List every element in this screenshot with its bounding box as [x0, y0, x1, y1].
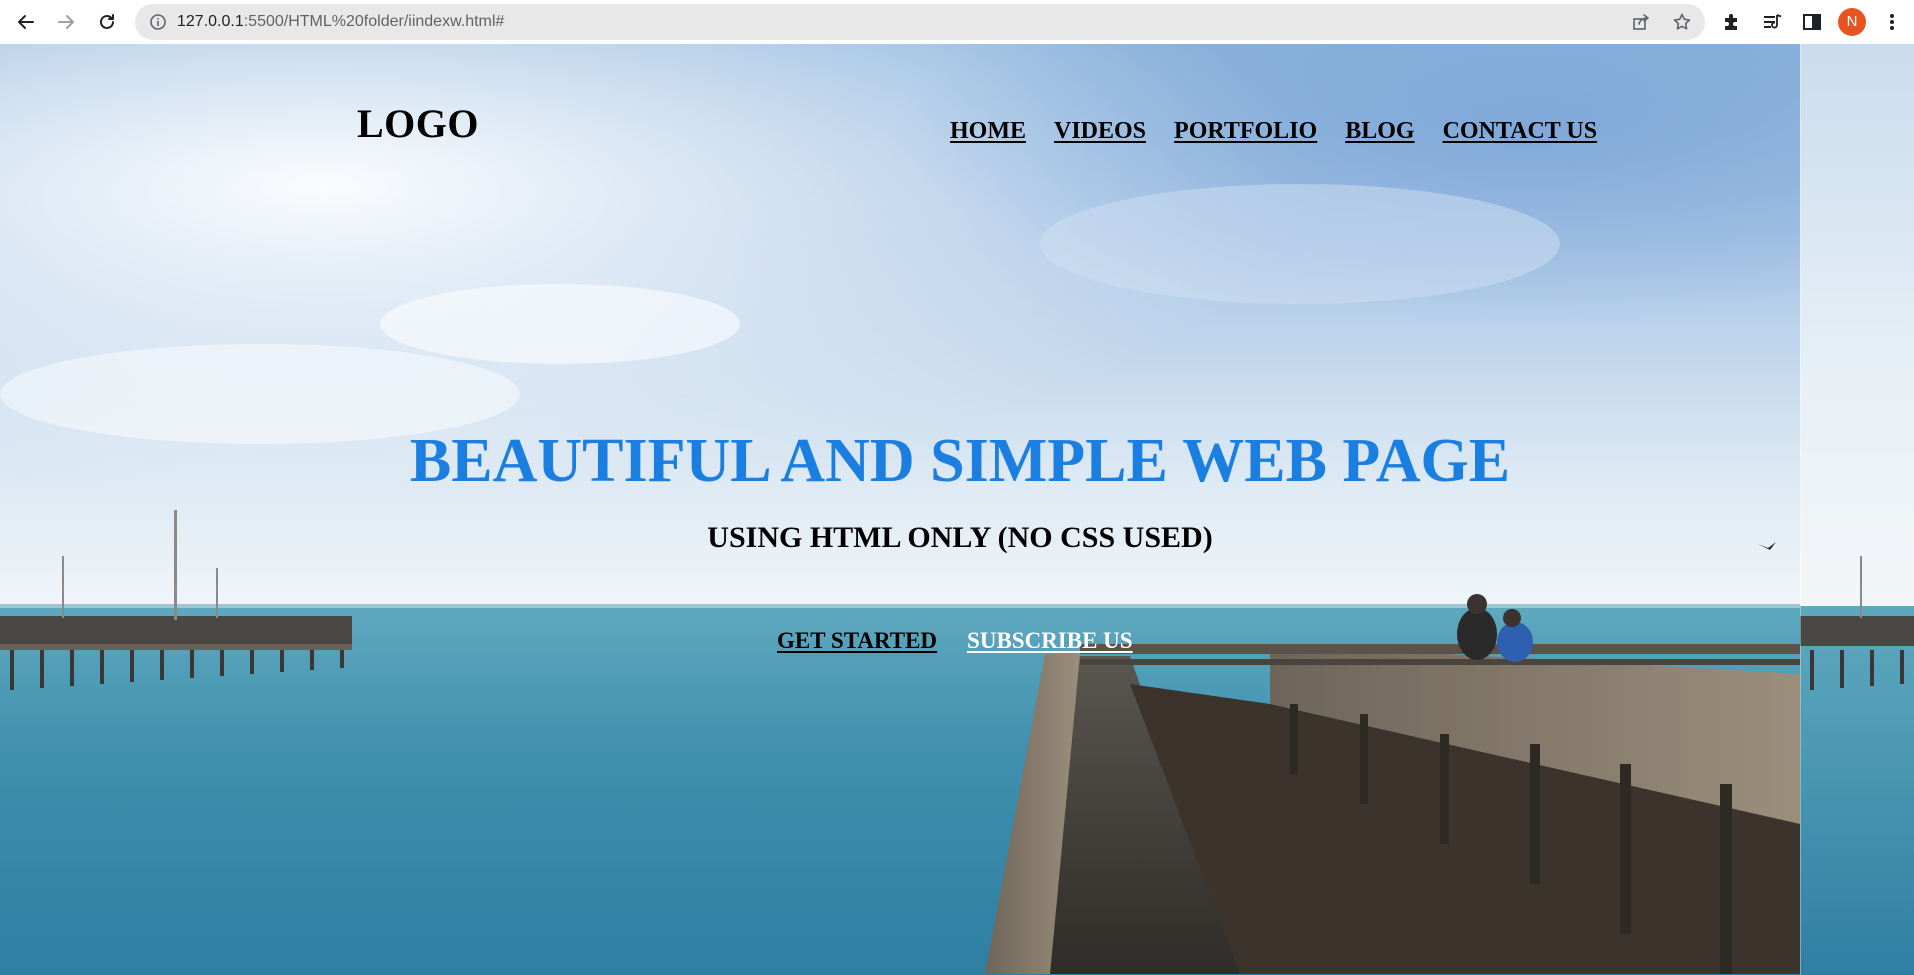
kebab-menu-icon[interactable] — [1881, 11, 1903, 33]
background-image-repeat — [1800, 44, 1914, 975]
pier-scene-repeat — [1800, 44, 1914, 975]
cta-buttons: GET STARTED SUBSCRIBE US — [777, 628, 1133, 654]
reading-list-icon[interactable] — [1761, 11, 1783, 33]
url-host: 127.0.0.1 — [177, 13, 244, 30]
url-text[interactable]: 127.0.0.1:5500/HTML%20folder/iindexw.htm… — [177, 13, 504, 31]
nav-blog[interactable]: BLOG — [1345, 118, 1414, 145]
subscribe-button[interactable]: SUBSCRIBE US — [967, 628, 1133, 654]
nav-videos[interactable]: VIDEOS — [1054, 118, 1146, 145]
nav-contact-us[interactable]: CONTACT US — [1443, 118, 1597, 145]
nav-home[interactable]: HOME — [950, 118, 1026, 145]
page-viewport: LOGO HOME VIDEOS PORTFOLIO BLOG CONTACT … — [0, 44, 1914, 975]
hero-subtitle: USING HTML ONLY (NO CSS USED) — [707, 521, 1213, 554]
share-icon[interactable] — [1631, 12, 1651, 32]
site-logo[interactable]: LOGO — [357, 100, 479, 147]
nav-portfolio[interactable]: PORTFOLIO — [1174, 118, 1317, 145]
get-started-button[interactable]: GET STARTED — [777, 628, 937, 654]
puzzle-icon[interactable] — [1721, 11, 1743, 33]
reload-button[interactable] — [93, 8, 121, 36]
pier-scene — [0, 44, 1800, 975]
browser-toolbar: 127.0.0.1:5500/HTML%20folder/iindexw.htm… — [0, 0, 1914, 44]
profile-avatar[interactable]: N — [1838, 8, 1866, 36]
arrow-right-icon — [58, 15, 74, 29]
address-bar[interactable]: 127.0.0.1:5500/HTML%20folder/iindexw.htm… — [135, 4, 1705, 40]
hero-title: BEAUTIFUL AND SIMPLE WEB PAGE — [409, 427, 1511, 495]
url-path: :5500/HTML%20folder/iindexw.html# — [243, 13, 505, 30]
forward-button[interactable] — [52, 8, 80, 36]
background-image — [0, 44, 1800, 975]
arrow-left-icon — [18, 15, 34, 29]
tile-seam — [1800, 44, 1801, 975]
star-icon[interactable] — [1672, 12, 1692, 32]
info-icon[interactable] — [149, 13, 167, 31]
back-button[interactable] — [12, 8, 40, 36]
side-panel-icon[interactable] — [1801, 11, 1823, 33]
main-nav: HOME VIDEOS PORTFOLIO BLOG CONTACT US — [950, 118, 1597, 145]
reload-icon — [100, 14, 114, 29]
